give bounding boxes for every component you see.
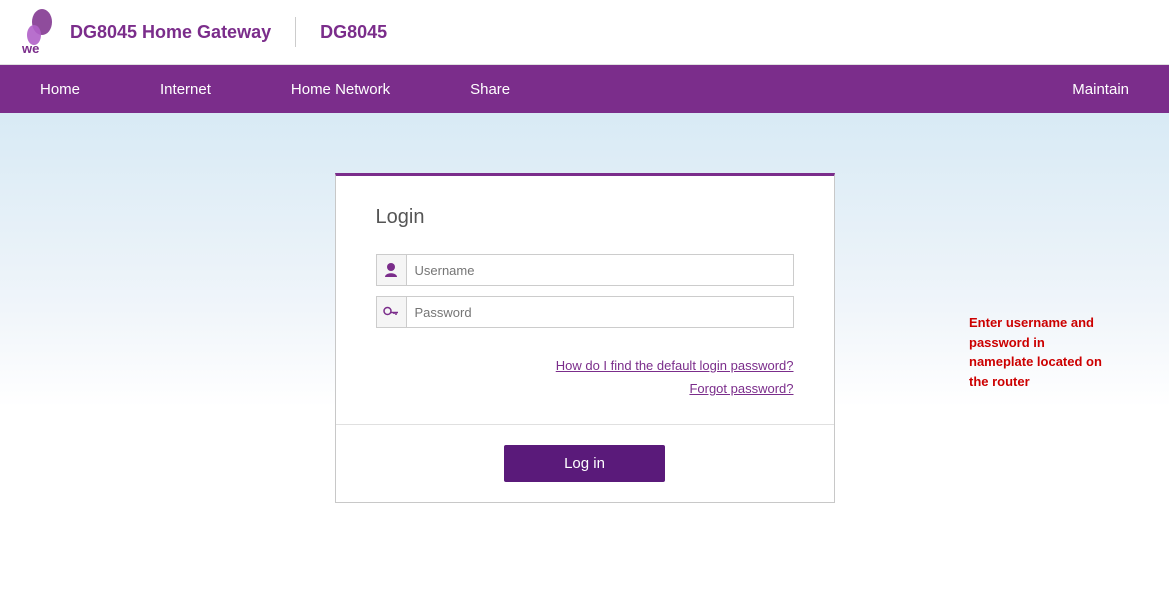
nav-item-home[interactable]: Home	[0, 65, 120, 113]
nav-item-home-network[interactable]: Home Network	[251, 65, 430, 113]
login-title: Login	[376, 206, 794, 229]
nav-item-share[interactable]: Share	[430, 65, 550, 113]
hint-text: Enter username and password in nameplate…	[969, 313, 1109, 391]
help-link[interactable]: How do I find the default login password…	[376, 358, 794, 373]
username-row	[376, 254, 794, 286]
links-area: How do I find the default login password…	[376, 358, 794, 396]
svg-text:we: we	[21, 41, 39, 56]
main-nav: Home Internet Home Network Share Maintai…	[0, 65, 1169, 113]
header-title: DG8045 Home Gateway	[70, 22, 271, 43]
header-divider	[295, 17, 296, 47]
header-model: DG8045	[320, 22, 387, 43]
we-logo-icon: we	[20, 7, 58, 57]
password-input[interactable]	[406, 296, 794, 328]
password-row	[376, 296, 794, 328]
header: we DG8045 Home Gateway DG8045	[0, 0, 1169, 65]
login-card-footer: Log in	[336, 424, 834, 502]
login-card-body: Login	[336, 176, 834, 424]
forgot-link[interactable]: Forgot password?	[376, 381, 794, 396]
login-button[interactable]: Log in	[504, 445, 665, 482]
user-icon	[376, 254, 406, 286]
login-card: Login	[335, 173, 835, 503]
username-input[interactable]	[406, 254, 794, 286]
password-icon	[376, 296, 406, 328]
nav-item-internet[interactable]: Internet	[120, 65, 251, 113]
nav-item-maintain[interactable]: Maintain	[1032, 65, 1169, 113]
main-content: Login	[0, 113, 1169, 603]
logo-area: we DG8045 Home Gateway DG8045	[20, 7, 387, 57]
